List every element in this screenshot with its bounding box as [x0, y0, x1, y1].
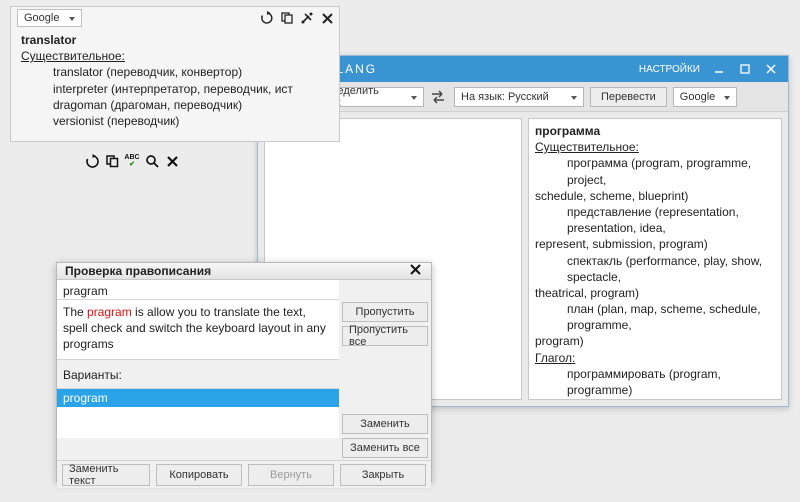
target-language-prefix: На язык:	[461, 91, 505, 103]
translation-result-pane: программа Существительное:программа (pro…	[528, 118, 782, 400]
tooltip-provider-select[interactable]: Google	[17, 9, 82, 27]
result-headword: программа	[535, 123, 775, 139]
settings-link[interactable]: настройки	[639, 64, 700, 75]
suggestion-item[interactable]: program	[57, 389, 339, 407]
target-language-value: Русский	[508, 91, 549, 103]
dictionary-tooltip: Google translator Существительное:	[10, 6, 340, 142]
swap-languages-icon[interactable]	[430, 90, 448, 104]
spellcheck-context[interactable]: The pragram is allow you to translate th…	[57, 300, 339, 360]
translate-button[interactable]: Перевести	[590, 87, 667, 107]
result-item: составлять программу (programme, program…	[535, 398, 775, 400]
result-item-wrap: represent, submission, program)	[535, 236, 775, 252]
context-misspelling: pragram	[87, 305, 132, 319]
search-icon[interactable]	[143, 152, 161, 170]
result-item: программировать (program, programme)	[535, 366, 775, 398]
result-item-wrap: theatrical, program)	[535, 285, 775, 301]
replace-button[interactable]: Заменить	[342, 414, 428, 434]
tooltip-definition: interpreter (интерпретатор, переводчик, …	[53, 81, 329, 97]
tooltip-definition: dragoman (драгоман, переводчик)	[53, 97, 329, 113]
spellcheck-word-input[interactable]: pragram	[57, 280, 339, 300]
suggestions-list[interactable]: program	[57, 388, 339, 438]
result-item: спектакль (performance, play, show, spec…	[535, 253, 775, 285]
close-icon[interactable]	[319, 10, 335, 26]
result-item-wrap: program)	[535, 333, 775, 349]
minimize-button[interactable]	[706, 59, 732, 79]
tooltip-headword: translator	[21, 32, 329, 48]
tooltip-definition: versionist (переводчик)	[53, 113, 329, 129]
spellcheck-title: Проверка правописания	[65, 264, 211, 278]
replace-all-button[interactable]: Заменить все	[342, 438, 428, 458]
maximize-button[interactable]	[732, 59, 758, 79]
copy-icon[interactable]	[103, 152, 121, 170]
close-button[interactable]	[758, 59, 784, 79]
floating-icon-strip: ABC✔	[83, 152, 181, 170]
abc-icon[interactable]: ABC✔	[123, 152, 141, 170]
tooltip-definition: translator (переводчик, конвертор)	[53, 64, 329, 80]
spellcheck-window: Проверка правописания pragram The pragra…	[56, 262, 432, 482]
revert-button[interactable]: Вернуть	[248, 464, 334, 486]
spellcheck-textcol: pragram The pragram is allow you to tran…	[57, 280, 339, 460]
refresh-icon[interactable]	[259, 10, 275, 26]
provider-value: Google	[680, 91, 715, 103]
copy-button[interactable]: Копировать	[156, 464, 242, 486]
result-group-header: Существительное:	[535, 139, 775, 155]
close-icon[interactable]	[163, 152, 181, 170]
replace-text-button[interactable]: Заменить текст	[62, 464, 150, 486]
spellcheck-btncol: Пропустить Пропустить все Заменить Замен…	[339, 280, 431, 460]
skip-all-button[interactable]: Пропустить все	[342, 326, 428, 346]
result-item: представление (representation, presentat…	[535, 204, 775, 236]
tooltip-body: translator Существительное: translator (…	[11, 30, 339, 133]
result-item-wrap: schedule, scheme, blueprint)	[535, 188, 775, 204]
result-group-header: Глагол:	[535, 350, 775, 366]
result-item: программа (program, programme, project,	[535, 155, 775, 187]
provider-select[interactable]: Google	[673, 87, 737, 107]
result-item: план (plan, map, scheme, schedule, progr…	[535, 301, 775, 333]
variants-label: Варианты:	[57, 360, 339, 388]
copy-icon[interactable]	[279, 10, 295, 26]
tooltip-topbar: Google	[11, 7, 339, 30]
refresh-icon[interactable]	[83, 152, 101, 170]
skip-button[interactable]: Пропустить	[342, 302, 428, 322]
close-icon[interactable]	[409, 263, 427, 279]
target-language-select[interactable]: На язык: Русский	[454, 87, 584, 107]
tools-icon[interactable]	[299, 10, 315, 26]
close-button[interactable]: Закрыть	[340, 464, 426, 486]
spellcheck-titlebar[interactable]: Проверка правописания	[57, 263, 431, 280]
tooltip-provider-value: Google	[24, 12, 59, 24]
context-pre: The	[63, 305, 87, 319]
spellcheck-footer: Заменить текст Копировать Вернуть Закрыт…	[57, 460, 431, 488]
tooltip-part-of-speech: Существительное:	[21, 48, 329, 64]
